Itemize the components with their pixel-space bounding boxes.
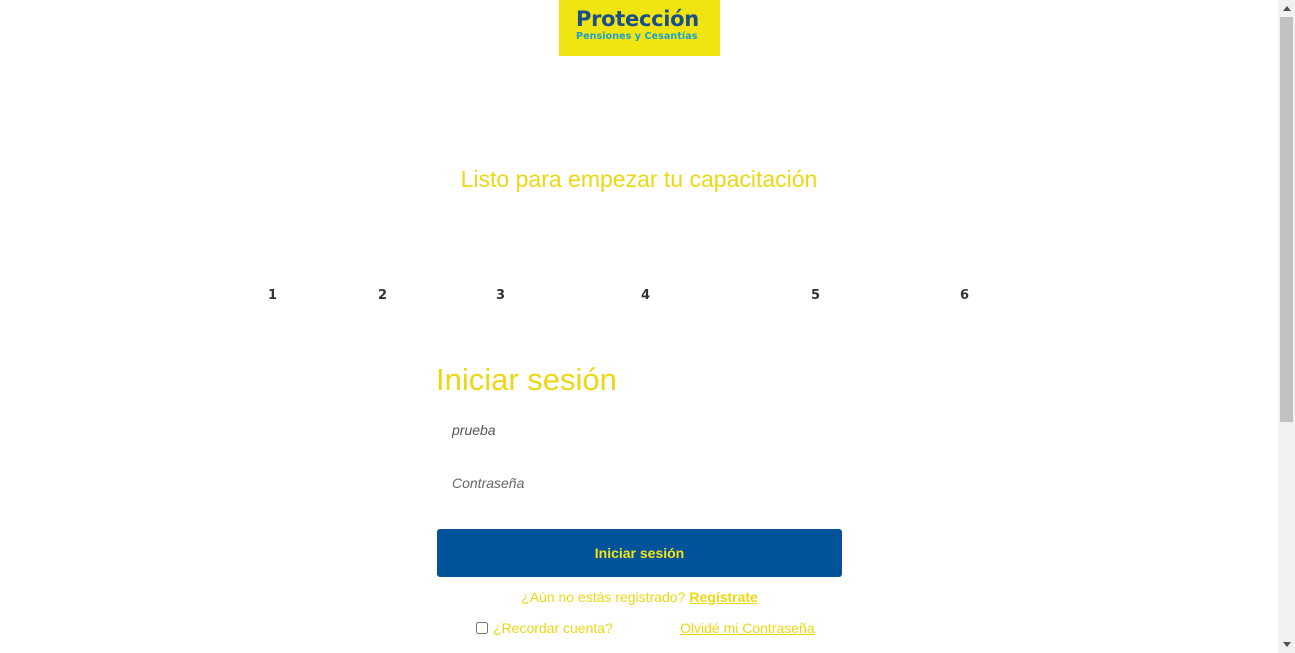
brand-tagline: Pensiones y Cesantías (576, 31, 698, 42)
step-1: 1 (268, 288, 278, 303)
step-3: 3 (496, 288, 506, 303)
brand-logo[interactable]: Protección Pensiones y Cesantías (559, 0, 720, 56)
scroll-thumb[interactable] (1280, 17, 1293, 422)
login-title: Iniciar sesión (436, 362, 617, 397)
login-button[interactable]: Iniciar sesión (437, 529, 842, 577)
vertical-scrollbar[interactable] (1278, 0, 1295, 653)
brand-name: Protección (576, 7, 699, 31)
register-link[interactable]: Regístrate (689, 589, 757, 605)
password-input[interactable] (437, 465, 842, 501)
hero-title: Listo para empezar tu capacitación (460, 166, 818, 192)
remember-label: ¿Recordar cuenta? (493, 620, 613, 636)
step-2: 2 (378, 288, 388, 303)
scroll-down-arrow-icon[interactable] (1278, 636, 1295, 653)
remember-checkbox[interactable] (476, 622, 488, 634)
page: Protección Pensiones y Cesantías Listo p… (0, 0, 1295, 653)
step-4: 4 (641, 288, 651, 303)
forgot-password-link[interactable]: Olvidé mi Contraseña (680, 620, 815, 636)
step-5: 5 (811, 288, 821, 303)
register-line: ¿Aún no estás registrado? Regístrate (437, 589, 842, 605)
remember-account[interactable]: ¿Recordar cuenta? (476, 620, 613, 636)
step-6: 6 (960, 288, 970, 303)
register-prompt: ¿Aún no estás registrado? (521, 589, 686, 605)
scroll-up-arrow-icon[interactable] (1278, 0, 1295, 17)
username-input[interactable] (437, 412, 842, 448)
